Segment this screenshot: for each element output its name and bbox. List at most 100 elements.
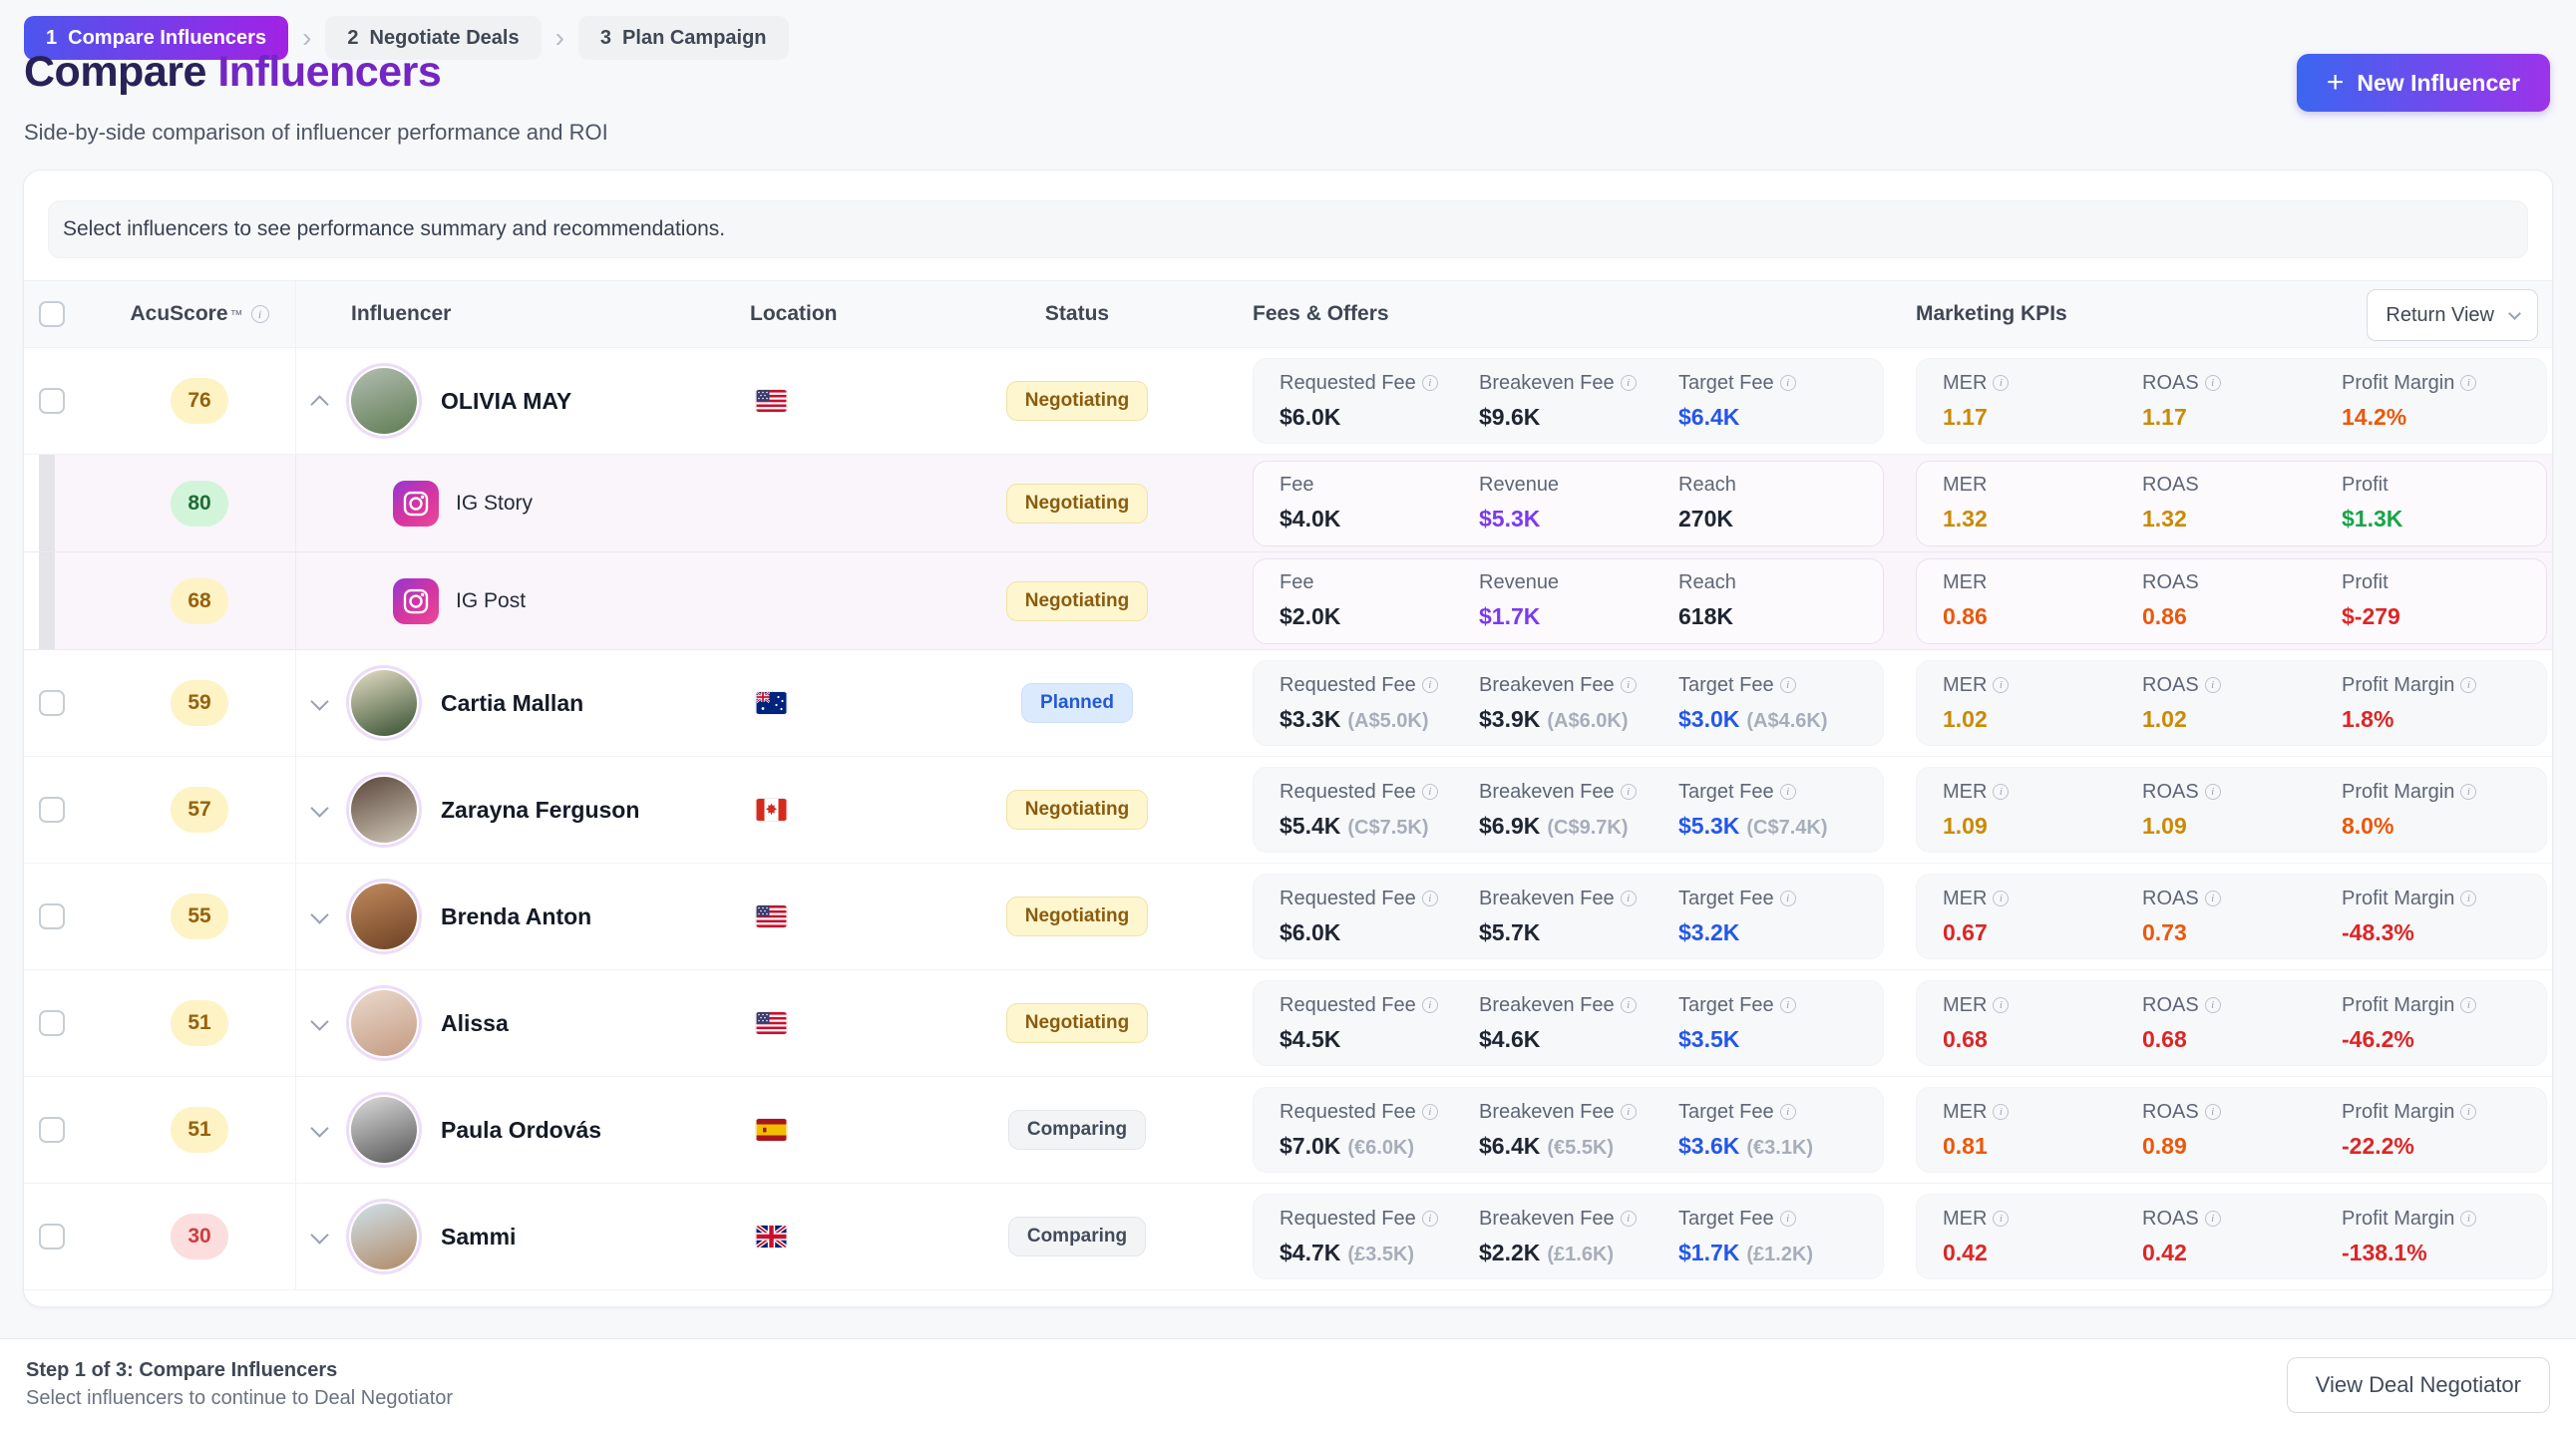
row-checkbox[interactable] [39,1117,65,1143]
info-icon[interactable] [1422,375,1438,391]
breadcrumb-step-plan-campaign[interactable]: 3 Plan Campaign [578,16,789,60]
info-icon[interactable] [1993,375,2009,391]
info-icon[interactable] [2205,677,2221,693]
info-icon[interactable] [1780,891,1796,906]
chevron-down-icon[interactable] [310,1226,328,1244]
info-icon[interactable] [2205,1104,2221,1120]
info-icon[interactable] [1621,677,1637,693]
metric-value: $4.0K [1280,506,1340,533]
info-icon[interactable] [2205,891,2221,906]
metric-value: $4.5K [1280,1026,1340,1053]
info-icon[interactable] [2460,375,2476,391]
info-icon[interactable] [1621,784,1637,800]
row-checkbox[interactable] [39,797,65,823]
step-number: 1 [46,27,57,50]
info-icon[interactable] [1993,1104,2009,1120]
info-icon[interactable] [2460,1104,2476,1120]
info-icon[interactable] [2205,1211,2221,1227]
info-icon[interactable] [1621,997,1637,1013]
info-icon[interactable] [1621,1104,1637,1120]
row-checkbox[interactable] [39,690,65,716]
info-icon[interactable] [1780,997,1796,1013]
new-influencer-button[interactable]: + New Influencer [2297,54,2550,112]
metric: ROAS1.17 [2142,372,2342,431]
view-deal-negotiator-button[interactable]: View Deal Negotiator [2287,1357,2550,1413]
info-icon[interactable] [2205,997,2221,1013]
metric-value: $4.6K [1479,1026,1540,1053]
row-checkbox[interactable] [39,1224,65,1250]
table-header: AcuScore™ Influencer Location Status Fee… [24,280,2552,348]
return-view-select[interactable]: Return View [2367,289,2538,341]
metric-label: Profit [2342,571,2389,594]
chevron-up-icon[interactable] [310,395,328,413]
metric-value: $1.3K [2342,506,2402,533]
info-icon[interactable] [2460,891,2476,906]
info-icon[interactable] [1993,784,2009,800]
info-icon[interactable] [1422,784,1438,800]
info-icon[interactable] [1422,677,1438,693]
info-icon[interactable] [1993,997,2009,1013]
metric: Target Fee$6.4K [1678,372,1883,431]
info-icon[interactable] [1780,1211,1796,1227]
info-icon[interactable] [2205,375,2221,391]
info-icon[interactable] [1780,784,1796,800]
info-icon[interactable] [2460,997,2476,1013]
influencer-row: 51AlissaNegotiatingRequested Fee$4.5KBre… [24,970,2552,1077]
metric-value: 0.68 [1943,1026,1988,1053]
metric-label: Target Fee [1678,781,1774,804]
metric-secondary: (£3.5K) [1347,1244,1414,1266]
info-icon[interactable] [1422,1211,1438,1227]
info-icon[interactable] [1621,891,1637,906]
info-icon[interactable] [1780,677,1796,693]
fees-card: Fee$2.0KRevenue$1.7KReach618K [1253,558,1884,644]
column-influencer: Influencer [351,302,451,326]
row-checkbox[interactable] [39,1010,65,1036]
info-icon[interactable] [2460,1211,2476,1227]
metric-label: Fee [1280,571,1313,594]
metric-label: MER [1943,474,1987,497]
metric-value: $5.4K [1280,813,1340,840]
metric-label: Target Fee [1678,888,1774,910]
info-icon[interactable] [2460,677,2476,693]
chevron-down-icon[interactable] [310,692,328,710]
fees-card: Requested Fee$3.3K(A$5.0K)Breakeven Fee$… [1253,660,1884,746]
info-icon[interactable] [1780,1104,1796,1120]
info-icon[interactable] [251,305,269,323]
info-icon[interactable] [1621,1211,1637,1227]
metric-label: ROAS [2142,372,2199,395]
chevron-down-icon[interactable] [310,799,328,817]
metric: ROAS1.09 [2142,781,2342,840]
metric-value: $7.0K [1280,1133,1340,1160]
row-checkbox[interactable] [39,388,65,414]
info-icon[interactable] [2460,784,2476,800]
chevron-down-icon[interactable] [310,905,328,923]
info-icon[interactable] [1621,375,1637,391]
metric-label: ROAS [2142,781,2199,804]
chevron-down-icon[interactable] [310,1119,328,1137]
info-icon[interactable] [1422,1104,1438,1120]
metric-value: 1.8% [2342,706,2393,733]
metric-secondary: (A$4.6K) [1746,710,1827,733]
metric-label: ROAS [2142,674,2199,697]
metric-label: Profit Margin [2342,372,2454,395]
metric: Breakeven Fee$4.6K [1479,994,1678,1053]
info-icon[interactable] [1422,997,1438,1013]
metric-label: ROAS [2142,571,2199,594]
acuscore-badge: 80 [171,481,228,527]
select-all-checkbox[interactable] [39,301,65,327]
metric: Breakeven Fee$5.7K [1479,888,1678,946]
metric: Breakeven Fee$6.9K(C$9.7K) [1479,781,1678,840]
metric-label: Revenue [1479,474,1559,497]
info-icon[interactable] [1993,1211,2009,1227]
row-checkbox[interactable] [39,903,65,929]
avatar [351,1204,417,1269]
info-icon[interactable] [2205,784,2221,800]
info-icon[interactable] [1422,891,1438,906]
info-icon[interactable] [1993,891,2009,906]
info-icon[interactable] [1993,677,2009,693]
chevron-down-icon[interactable] [310,1012,328,1030]
step-label: Compare Influencers [68,27,266,50]
metric-label: ROAS [2142,1101,2199,1124]
acuscore-badge: 55 [171,894,228,939]
info-icon[interactable] [1780,375,1796,391]
